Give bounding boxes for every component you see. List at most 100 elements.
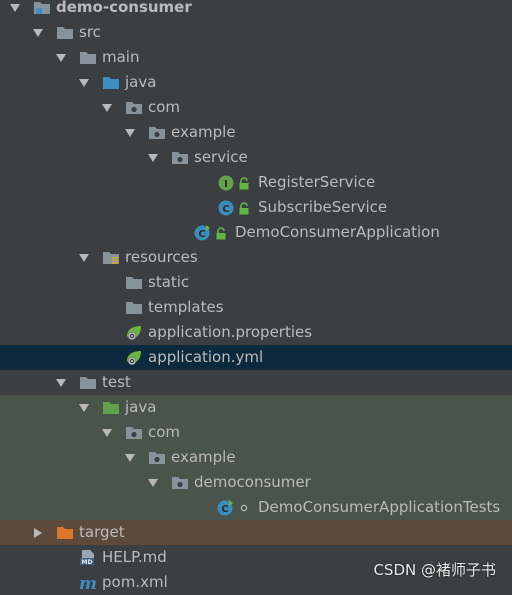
expand-toggle[interactable] [31, 20, 45, 45]
expand-toggle[interactable] [54, 45, 68, 70]
interface-icon: I [217, 174, 235, 191]
expand-toggle[interactable] [123, 120, 137, 145]
tree-node-label: demo-consumer [56, 0, 192, 16]
tree-node-static[interactable]: static [0, 270, 512, 295]
tree-node-label: target [79, 523, 125, 541]
chevron-down-icon[interactable] [101, 103, 113, 113]
tree-node-example[interactable]: example [0, 120, 512, 145]
tree-node-label: example [171, 448, 236, 466]
maven-file-icon: m [79, 574, 97, 591]
chevron-down-icon[interactable] [124, 453, 136, 463]
project-tree: demo-consumer src main java com example servic… [0, 0, 512, 595]
tree-node-label: application.yml [148, 348, 264, 366]
source-folder-icon [102, 74, 120, 91]
tree-node-com[interactable]: com [0, 420, 512, 445]
expand-toggle[interactable] [54, 370, 68, 395]
chevron-down-icon[interactable] [78, 253, 90, 263]
tree-node-label: templates [148, 298, 224, 316]
tree-node-label: test [102, 373, 131, 391]
folder-icon [125, 274, 143, 291]
tree-node-label: com [148, 423, 181, 441]
tree-node-democonsumerapplicationtests[interactable]: C DemoConsumerApplicationTests [0, 495, 512, 520]
chevron-down-icon[interactable] [32, 28, 44, 38]
excluded-folder-icon [56, 524, 74, 541]
tree-node-com[interactable]: com [0, 95, 512, 120]
package-icon [125, 99, 143, 116]
lock-icon [214, 226, 228, 240]
chevron-down-icon[interactable] [147, 153, 159, 163]
folder-icon [125, 299, 143, 316]
tree-node-label: application.properties [148, 323, 313, 341]
tree-node-main[interactable]: main [0, 45, 512, 70]
tree-node-label: DemoConsumerApplication [235, 223, 440, 241]
tree-node-registerservice[interactable]: I RegisterService [0, 170, 512, 195]
tree-node-label: java [125, 398, 157, 416]
tree-node-service[interactable]: service [0, 145, 512, 170]
expand-toggle[interactable] [8, 0, 22, 20]
test-source-folder-icon [102, 399, 120, 416]
package-icon [171, 474, 189, 491]
markdown-file-icon: MD [79, 549, 97, 566]
chevron-down-icon[interactable] [78, 78, 90, 88]
tree-node-application-properties[interactable]: application.properties [0, 320, 512, 345]
svg-text:I: I [224, 179, 228, 190]
package-icon [125, 424, 143, 441]
folder-icon [79, 374, 97, 391]
expand-toggle[interactable] [100, 420, 114, 445]
tree-node-label: example [171, 123, 236, 141]
svg-text:m: m [79, 574, 97, 591]
expand-toggle[interactable] [146, 470, 160, 495]
expand-toggle[interactable] [77, 245, 91, 270]
tree-node-templates[interactable]: templates [0, 295, 512, 320]
resources-folder-icon [102, 249, 120, 266]
chevron-down-icon[interactable] [124, 128, 136, 138]
package-icon [148, 124, 166, 141]
tree-node-label: HELP.md [102, 548, 167, 566]
tree-node-label: java [125, 73, 157, 91]
module-folder-icon [33, 0, 51, 16]
tree-node-src[interactable]: src [0, 20, 512, 45]
tree-node-democonsumerapplication[interactable]: C DemoConsumerApplication [0, 220, 512, 245]
tree-node-label: src [79, 23, 101, 41]
dot-icon [237, 501, 251, 515]
chevron-down-icon[interactable] [101, 428, 113, 438]
test-class-icon: C [217, 499, 235, 516]
tree-node-label: static [148, 273, 190, 291]
chevron-right-icon[interactable] [33, 527, 43, 539]
lock-icon [237, 176, 251, 190]
expand-toggle[interactable] [123, 445, 137, 470]
tree-node-democonsumer[interactable]: democonsumer [0, 470, 512, 495]
expand-toggle[interactable] [100, 95, 114, 120]
expand-toggle[interactable] [77, 70, 91, 95]
tree-node-java[interactable]: java [0, 70, 512, 95]
chevron-down-icon[interactable] [55, 378, 67, 388]
chevron-down-icon[interactable] [9, 3, 21, 13]
tree-node-label: resources [125, 248, 198, 266]
spring-boot-class-icon: C [194, 224, 212, 241]
spring-config-icon [125, 324, 143, 341]
collapse-toggle[interactable] [31, 520, 45, 545]
svg-text:C: C [198, 229, 205, 240]
tree-node-test[interactable]: test [0, 370, 512, 395]
chevron-down-icon[interactable] [55, 53, 67, 63]
expand-toggle[interactable] [146, 145, 160, 170]
package-icon [148, 449, 166, 466]
tree-node-label: DemoConsumerApplicationTests [258, 498, 501, 516]
tree-node-target[interactable]: target [0, 520, 512, 545]
expand-toggle[interactable] [77, 395, 91, 420]
tree-node-label: com [148, 98, 181, 116]
tree-node-label: democonsumer [194, 473, 311, 491]
tree-node-label: SubscribeService [258, 198, 388, 216]
svg-text:MD: MD [82, 559, 93, 566]
tree-node-application-yml[interactable]: application.yml [0, 345, 512, 370]
tree-node-java[interactable]: java [0, 395, 512, 420]
chevron-down-icon[interactable] [147, 478, 159, 488]
tree-node-resources[interactable]: resources [0, 245, 512, 270]
tree-node-demo-consumer[interactable]: demo-consumer [0, 0, 512, 20]
svg-text:C: C [221, 504, 228, 515]
watermark: CSDN @褚师子书 [373, 561, 496, 579]
lock-icon [237, 201, 251, 215]
chevron-down-icon[interactable] [78, 403, 90, 413]
tree-node-subscribeservice[interactable]: C SubscribeService [0, 195, 512, 220]
tree-node-example[interactable]: example [0, 445, 512, 470]
